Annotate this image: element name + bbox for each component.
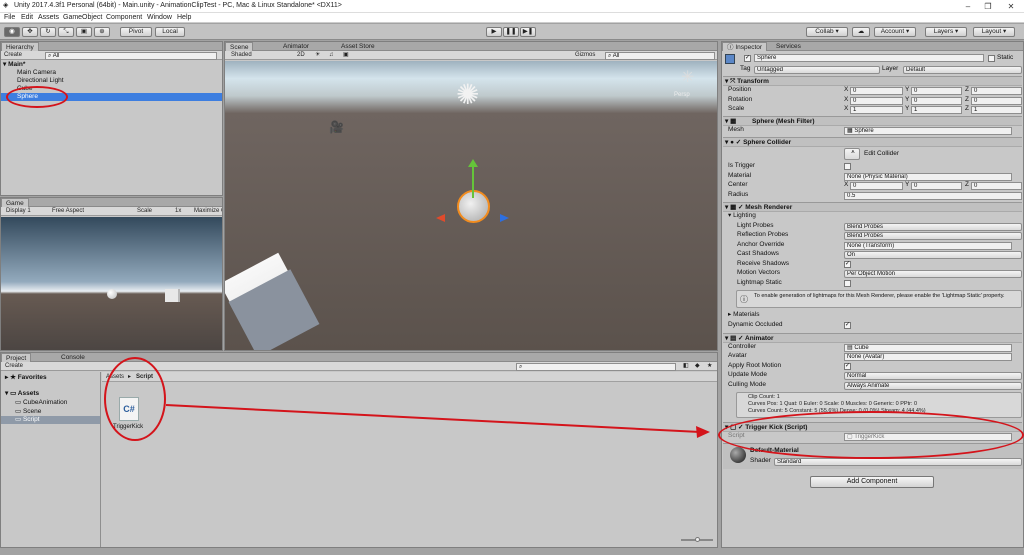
annotation-arrow-head-icon xyxy=(696,426,710,438)
annotation-arrow-line xyxy=(165,404,701,433)
annotation-arrow xyxy=(165,404,710,438)
